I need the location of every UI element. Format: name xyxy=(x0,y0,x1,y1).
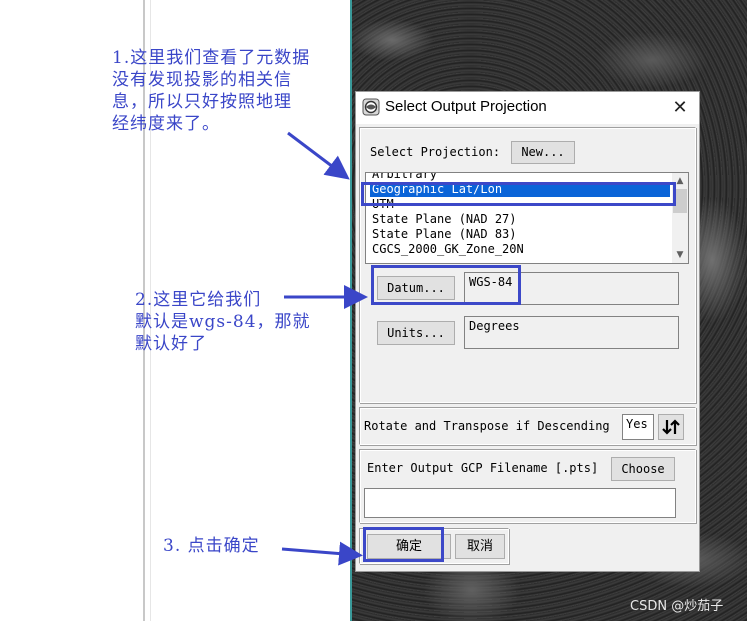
annotation-step-1: 1.这里我们查看了元数据 没有发现投影的相关信 息，所以只好按照地理 经纬度来了… xyxy=(112,48,311,134)
projection-list-item[interactable]: Geographic Lat/Lon xyxy=(370,182,670,197)
datum-value-field: WGS-84 xyxy=(464,272,679,305)
select-projection-label: Select Projection: xyxy=(370,145,501,159)
watermark: CSDN @炒茄子 xyxy=(630,599,724,614)
projection-list-item[interactable]: UTM xyxy=(370,197,670,212)
units-button[interactable]: Units... xyxy=(377,321,455,345)
projection-list-item[interactable]: CGCS_2000_GK_Zone_20N xyxy=(370,242,670,257)
new-projection-button[interactable]: New... xyxy=(511,141,575,164)
projection-list-item[interactable]: State Plane (NAD 83) xyxy=(370,227,670,242)
gcp-filename-label: Enter Output GCP Filename [.pts] xyxy=(367,461,599,475)
rotate-toggle-button[interactable] xyxy=(658,414,684,440)
projection-list-items: Arbitrary Geographic Lat/Lon UTM State Plan… xyxy=(370,173,670,257)
ok-button[interactable]: 确定 xyxy=(367,534,451,559)
choose-button[interactable]: Choose xyxy=(611,457,675,481)
close-icon: ✕ xyxy=(672,97,688,118)
chevron-down-icon[interactable]: ▼ xyxy=(672,248,688,262)
rotate-transpose-label: Rotate and Transpose if Descending xyxy=(364,419,610,433)
envi-globe-icon xyxy=(362,98,380,116)
dialog-title: Select Output Projection xyxy=(385,98,547,115)
projection-list[interactable]: Arbitrary Geographic Lat/Lon UTM State Plan… xyxy=(365,172,689,264)
annotation-step-3: 3. 点击确定 xyxy=(163,536,260,556)
select-output-projection-dialog: Select Output Projection ✕ Select Projec… xyxy=(355,91,700,572)
dialog-titlebar[interactable]: Select Output Projection ✕ xyxy=(356,92,699,124)
projection-list-item[interactable]: Arbitrary xyxy=(370,173,670,182)
close-button[interactable]: ✕ xyxy=(668,96,692,120)
cancel-button[interactable]: 取消 xyxy=(455,534,505,559)
projection-list-scrollbar[interactable]: ▲ ▼ xyxy=(672,173,688,263)
scrollbar-thumb[interactable] xyxy=(673,189,687,213)
rotate-toggle-value[interactable]: Yes xyxy=(622,414,654,440)
datum-button[interactable]: Datum... xyxy=(377,276,455,300)
gcp-filename-input[interactable] xyxy=(364,488,676,518)
chevron-up-icon[interactable]: ▲ xyxy=(672,174,688,188)
units-value-field: Degrees xyxy=(464,316,679,349)
annotation-step-2: 2.这里它给我们 默认是wgs-84，那就 默认好了 xyxy=(135,290,311,354)
projection-group xyxy=(359,127,696,403)
projection-list-item[interactable]: State Plane (NAD 27) xyxy=(370,212,670,227)
sort-arrows-icon xyxy=(662,419,680,435)
